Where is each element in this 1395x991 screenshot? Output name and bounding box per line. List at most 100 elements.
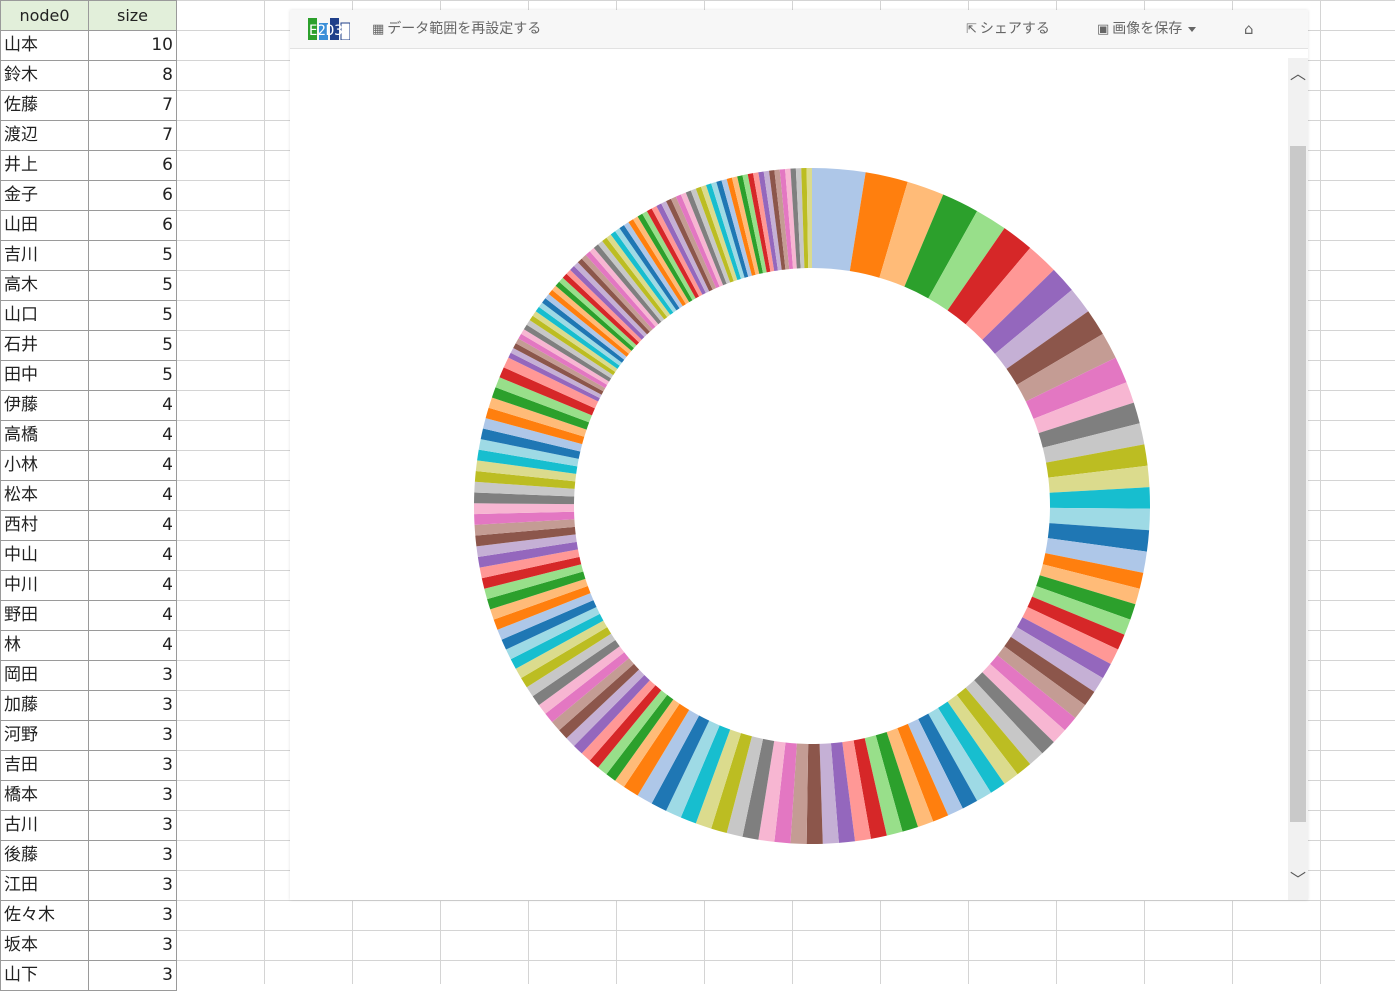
size-cell[interactable]: 6 — [88, 180, 177, 211]
name-cell[interactable]: 佐藤 — [0, 90, 89, 121]
name-cell[interactable]: 山下 — [0, 960, 89, 991]
table-row: 鈴木 8 — [0, 60, 177, 91]
size-cell[interactable]: 5 — [88, 360, 177, 391]
size-cell[interactable]: 4 — [88, 480, 177, 511]
name-cell[interactable]: 高橋 — [0, 420, 89, 451]
scrollbar-thumb[interactable] — [1290, 146, 1306, 822]
size-cell[interactable]: 4 — [88, 570, 177, 601]
name-cell[interactable]: 岡田 — [0, 660, 89, 691]
size-cell[interactable]: 3 — [88, 930, 177, 961]
scroll-up-icon[interactable]: ︿ — [1288, 64, 1308, 84]
table-row: 高橋 4 — [0, 420, 177, 451]
header-row: node0 size — [0, 0, 177, 31]
table-row: 山下 3 — [0, 960, 177, 991]
table-row: 野田 4 — [0, 600, 177, 631]
name-cell[interactable]: 林 — [0, 630, 89, 661]
header-cell-size[interactable]: size — [88, 0, 177, 31]
table-row: 金子 6 — [0, 180, 177, 211]
table-row: 河野 3 — [0, 720, 177, 751]
header-cell-node0[interactable]: node0 — [0, 0, 89, 31]
size-cell[interactable]: 3 — [88, 660, 177, 691]
size-cell[interactable]: 5 — [88, 240, 177, 271]
table-row: 松本 4 — [0, 480, 177, 511]
name-cell[interactable]: 江田 — [0, 870, 89, 901]
vertical-scrollbar[interactable]: ︿ ﹀ — [1288, 58, 1308, 900]
size-cell[interactable]: 4 — [88, 540, 177, 571]
table-row: 高木 5 — [0, 270, 177, 301]
size-cell[interactable]: 5 — [88, 330, 177, 361]
size-cell[interactable]: 4 — [88, 390, 177, 421]
table-row: 後藤 3 — [0, 840, 177, 871]
name-cell[interactable]: 後藤 — [0, 840, 89, 871]
name-cell[interactable]: 坂本 — [0, 930, 89, 961]
table-row: 坂本 3 — [0, 930, 177, 961]
name-cell[interactable]: 加藤 — [0, 690, 89, 721]
name-cell[interactable]: 渡辺 — [0, 120, 89, 151]
size-cell[interactable]: 3 — [88, 870, 177, 901]
name-cell[interactable]: 橋本 — [0, 780, 89, 811]
table-row: 江田 3 — [0, 870, 177, 901]
table-row: 中川 4 — [0, 570, 177, 601]
name-cell[interactable]: 小林 — [0, 450, 89, 481]
table-row: 佐々木 3 — [0, 900, 177, 931]
size-cell[interactable]: 4 — [88, 510, 177, 541]
table-row: 田中 5 — [0, 360, 177, 391]
name-cell[interactable]: 山口 — [0, 300, 89, 331]
size-cell[interactable]: 4 — [88, 630, 177, 661]
name-cell[interactable]: 鈴木 — [0, 60, 89, 91]
name-cell[interactable]: 野田 — [0, 600, 89, 631]
size-cell[interactable]: 3 — [88, 900, 177, 931]
name-cell[interactable]: 伊藤 — [0, 390, 89, 421]
name-cell[interactable]: 石井 — [0, 330, 89, 361]
donut-chart — [474, 168, 1150, 844]
table-row: 山本 10 — [0, 30, 177, 61]
table-row: 加藤 3 — [0, 690, 177, 721]
size-cell[interactable]: 8 — [88, 60, 177, 91]
table-row: 林4 — [0, 630, 177, 661]
name-cell[interactable]: 井上 — [0, 150, 89, 181]
table-row: 井上 6 — [0, 150, 177, 181]
table-row: 橋本 3 — [0, 780, 177, 811]
size-cell[interactable]: 10 — [88, 30, 177, 61]
table-row: 古川 3 — [0, 810, 177, 841]
size-cell[interactable]: 7 — [88, 90, 177, 121]
name-cell[interactable]: 西村 — [0, 510, 89, 541]
size-cell[interactable]: 3 — [88, 960, 177, 991]
size-cell[interactable]: 3 — [88, 810, 177, 841]
name-cell[interactable]: 吉田 — [0, 750, 89, 781]
size-cell[interactable]: 6 — [88, 210, 177, 241]
name-cell[interactable]: 高木 — [0, 270, 89, 301]
name-cell[interactable]: 山本 — [0, 30, 89, 61]
size-cell[interactable]: 3 — [88, 690, 177, 721]
table-row: 石井 5 — [0, 330, 177, 361]
size-cell[interactable]: 6 — [88, 150, 177, 181]
size-cell[interactable]: 5 — [88, 270, 177, 301]
name-cell[interactable]: 田中 — [0, 360, 89, 391]
size-cell[interactable]: 3 — [88, 840, 177, 871]
size-cell[interactable]: 4 — [88, 450, 177, 481]
name-cell[interactable]: 古川 — [0, 810, 89, 841]
table-row: 伊藤 4 — [0, 390, 177, 421]
size-cell[interactable]: 4 — [88, 420, 177, 451]
data-table: node0 size 山本 10 鈴木 8 佐藤 7 渡辺 7 井上 6 金子 6 山田 6 吉川 5 高木 5 山… — [0, 0, 177, 991]
table-row: 渡辺 7 — [0, 120, 177, 151]
name-cell[interactable]: 河野 — [0, 720, 89, 751]
name-cell[interactable]: 松本 — [0, 480, 89, 511]
size-cell[interactable]: 3 — [88, 780, 177, 811]
name-cell[interactable]: 金子 — [0, 180, 89, 211]
size-cell[interactable]: 3 — [88, 750, 177, 781]
size-cell[interactable]: 7 — [88, 120, 177, 151]
table-row: 吉川 5 — [0, 240, 177, 271]
name-cell[interactable]: 佐々木 — [0, 900, 89, 931]
name-cell[interactable]: 吉川 — [0, 240, 89, 271]
table-row: 小林 4 — [0, 450, 177, 481]
table-row: 吉田 3 — [0, 750, 177, 781]
size-cell[interactable]: 5 — [88, 300, 177, 331]
e2d3-panel: E2D3 ▦ データ範囲を再設定する ⇱ シェアする ▣ 画像を保存 ⌂ ︿ ﹀ — [290, 10, 1308, 900]
name-cell[interactable]: 山田 — [0, 210, 89, 241]
name-cell[interactable]: 中川 — [0, 570, 89, 601]
scroll-down-icon[interactable]: ﹀ — [1288, 870, 1308, 890]
size-cell[interactable]: 4 — [88, 600, 177, 631]
name-cell[interactable]: 中山 — [0, 540, 89, 571]
size-cell[interactable]: 3 — [88, 720, 177, 751]
